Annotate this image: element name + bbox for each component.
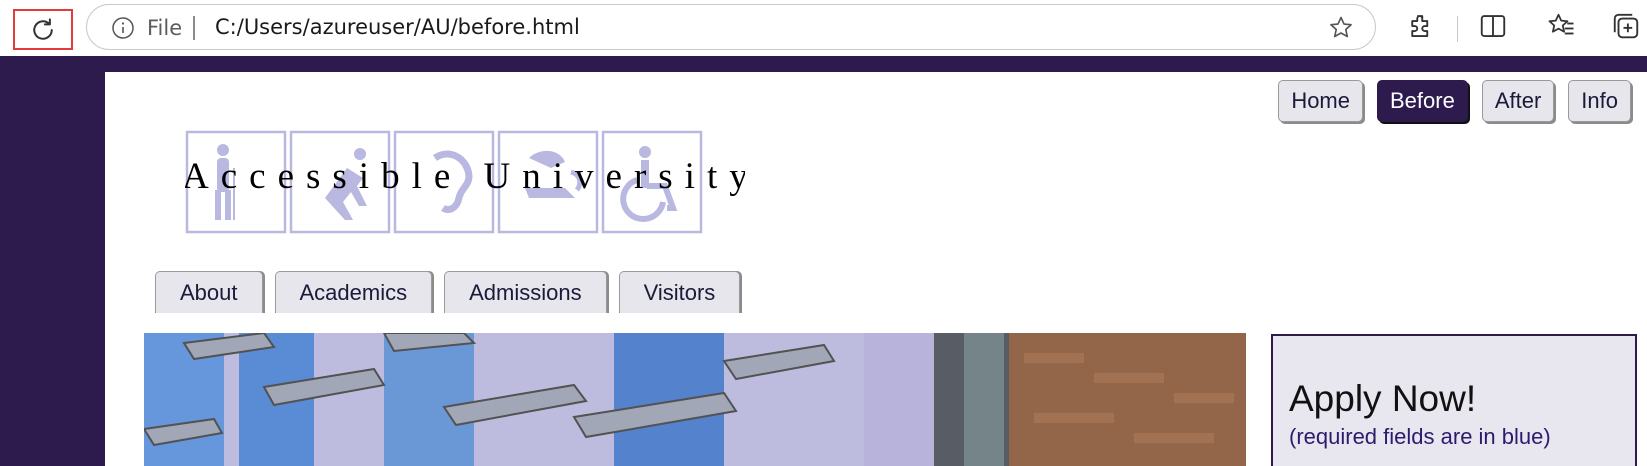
toolbar-separator: [1457, 16, 1458, 42]
top-nav: Home Before After Info: [1278, 80, 1631, 122]
page-content: Home Before After Info Accessible Univer…: [105, 72, 1647, 466]
collections-icon[interactable]: [1611, 11, 1641, 41]
apply-subtitle: (required fields are in blue): [1289, 424, 1551, 449]
main-tabs: About Academics Admissions Visitors: [155, 271, 741, 313]
hero-image: [144, 333, 1246, 466]
tab-about[interactable]: About: [155, 271, 263, 313]
favorites-icon[interactable]: [1546, 11, 1576, 41]
nav-info-button[interactable]: Info: [1568, 80, 1631, 122]
tab-academics[interactable]: Academics: [274, 271, 433, 313]
apply-title: Apply Now!: [1289, 378, 1477, 419]
url-text[interactable]: C:/Users/azureuser/AU/before.html: [215, 15, 580, 39]
nav-home-button[interactable]: Home: [1278, 80, 1363, 122]
apply-panel: Apply Now! (required fields are in blue): [1271, 334, 1637, 466]
page-background: Home Before After Info Accessible Univer…: [0, 56, 1647, 466]
info-icon[interactable]: [111, 16, 135, 40]
split-screen-icon[interactable]: [1478, 11, 1508, 41]
browser-toolbar: File C:/Users/azureuser/AU/before.html: [0, 0, 1647, 56]
nav-after-button[interactable]: After: [1481, 80, 1555, 122]
file-label: File: [147, 16, 183, 40]
tab-admissions[interactable]: Admissions: [444, 271, 607, 313]
logo-text: Accessible University: [185, 156, 745, 197]
tab-visitors[interactable]: Visitors: [618, 271, 741, 313]
nav-before-button[interactable]: Before: [1377, 80, 1468, 122]
extensions-icon[interactable]: [1406, 11, 1436, 41]
site-logo[interactable]: Accessible University: [185, 128, 745, 236]
address-bar[interactable]: File C:/Users/azureuser/AU/before.html: [86, 4, 1376, 50]
address-divider: [193, 16, 195, 40]
reload-button[interactable]: [13, 9, 73, 50]
reload-icon: [33, 17, 53, 40]
star-icon[interactable]: [1327, 14, 1355, 42]
